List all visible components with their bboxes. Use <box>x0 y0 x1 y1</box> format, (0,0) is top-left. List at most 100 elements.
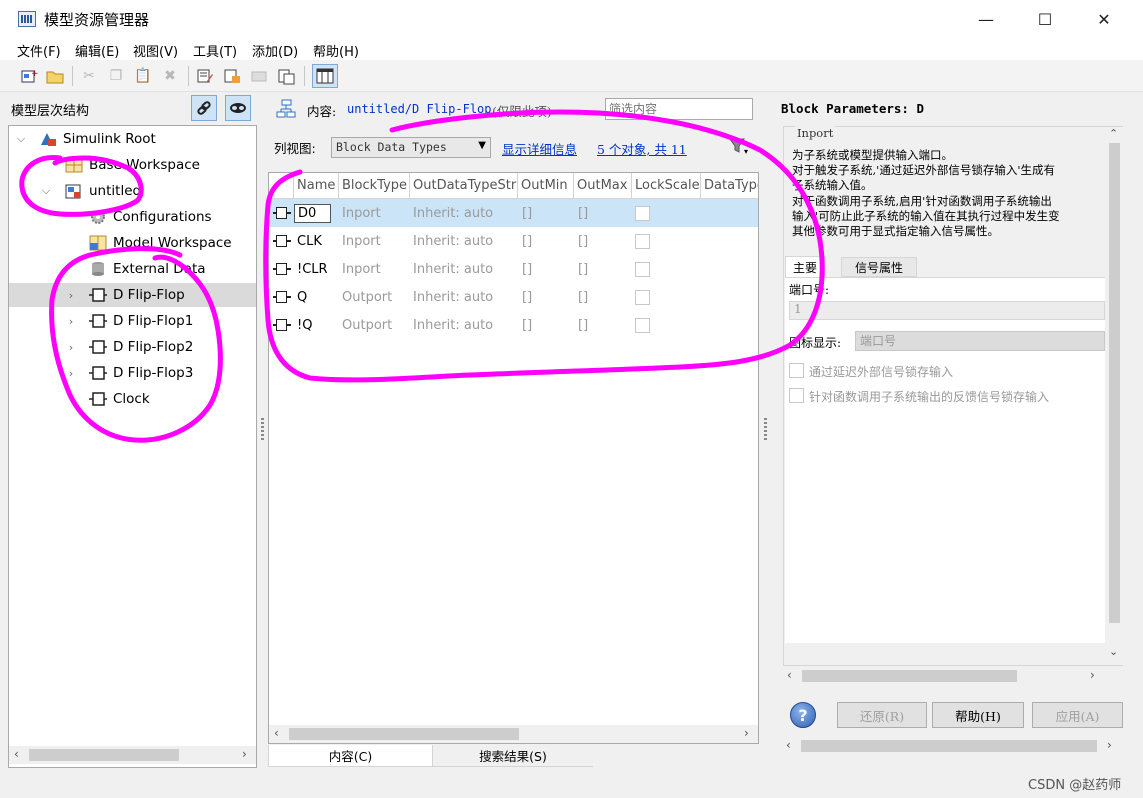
table-cell[interactable]: Outport <box>342 283 392 311</box>
parameters-horizontal-scrollbar[interactable]: ‹ › <box>784 667 1106 685</box>
tree-item-d-flip-flop2[interactable]: › D Flip-Flop2 <box>9 335 256 359</box>
minimize-button[interactable]: — <box>957 0 1015 38</box>
chevron-down-icon[interactable]: ⌵ <box>15 132 27 146</box>
close-button[interactable]: ✕ <box>1075 0 1133 38</box>
tree-item-model-workspace[interactable]: Model Workspace <box>9 231 256 255</box>
menu-add[interactable]: 添加(D) <box>252 41 298 60</box>
chevron-right-icon[interactable]: › <box>65 341 77 354</box>
table-cell[interactable]: [] <box>578 283 588 311</box>
lockscale-checkbox[interactable] <box>635 233 650 249</box>
delete-icon[interactable]: ✖ <box>159 65 181 87</box>
lockscale-checkbox[interactable] <box>635 205 650 221</box>
table-cell[interactable]: [] <box>522 199 532 227</box>
lockscale-checkbox[interactable] <box>635 317 650 333</box>
port-number-field[interactable]: 1 <box>789 301 1105 320</box>
icon-display-dropdown[interactable]: 端口号 <box>855 331 1105 351</box>
table-cell[interactable]: [] <box>522 311 532 339</box>
table-cell-name[interactable]: Q <box>297 283 307 311</box>
table-cell[interactable]: [] <box>578 227 588 255</box>
column-header-blocktype[interactable]: BlockType <box>339 173 410 199</box>
lockscale-checkbox[interactable] <box>635 289 650 305</box>
tab-search-results[interactable]: 搜索结果(S) <box>433 745 593 767</box>
table-cell[interactable]: [] <box>578 255 588 283</box>
filter-input[interactable] <box>605 98 753 120</box>
table-row[interactable]: !CLR Inport Inherit: auto [] [] <box>269 255 758 283</box>
table-cell[interactable]: [] <box>522 255 532 283</box>
revert-button[interactable]: 还原(R) <box>837 702 927 728</box>
table-cell[interactable]: [] <box>578 311 588 339</box>
list-icon[interactable] <box>275 65 297 87</box>
parameters-vertical-scrollbar[interactable]: ⌃ ⌄ <box>1106 127 1123 665</box>
mask-icon[interactable] <box>225 95 251 121</box>
column-header-outmin[interactable]: OutMin <box>518 173 574 199</box>
inactive-icon[interactable] <box>248 65 270 87</box>
tree-item-clock[interactable]: Clock <box>9 387 256 411</box>
paste-icon[interactable]: 📋 <box>132 65 154 87</box>
table-cell[interactable]: Inherit: auto <box>413 199 493 227</box>
copy-icon[interactable]: ❐ <box>105 65 127 87</box>
filter-funnel-icon[interactable]: ▾ <box>728 136 750 160</box>
menu-tools[interactable]: 工具(T) <box>193 41 237 60</box>
view-dropdown[interactable]: Block Data Types ▼ <box>331 137 491 158</box>
tree-item-d-flip-flop[interactable]: › D Flip-Flop <box>9 283 256 307</box>
table-cell[interactable]: Inherit: auto <box>413 255 493 283</box>
latch-delay-checkbox[interactable] <box>789 363 804 378</box>
help-icon[interactable]: ? <box>790 702 816 728</box>
menu-view[interactable]: 视图(V) <box>133 41 178 60</box>
table-cell[interactable]: Inherit: auto <box>413 311 493 339</box>
open-folder-icon[interactable] <box>44 65 66 87</box>
table-cell[interactable]: [] <box>522 227 532 255</box>
splitter-right[interactable] <box>764 418 767 440</box>
tree-horizontal-scrollbar[interactable]: ‹ › <box>9 746 256 764</box>
tab-main[interactable]: 主要 <box>785 256 825 277</box>
column-header-outmax[interactable]: OutMax <box>574 173 632 199</box>
table-cell[interactable]: Inherit: auto <box>413 283 493 311</box>
column-header-name[interactable]: Name <box>294 173 339 199</box>
tab-signal-attributes[interactable]: 信号属性 <box>841 257 917 277</box>
link-icon[interactable] <box>191 95 217 121</box>
show-details-link[interactable]: 显示详细信息 <box>502 139 577 158</box>
table-row[interactable]: Q Outport Inherit: auto [] [] <box>269 283 758 311</box>
table-cell-name-editor[interactable]: D0 <box>294 203 332 223</box>
tab-content[interactable]: 内容(C) <box>268 745 433 767</box>
menu-help[interactable]: 帮助(H) <box>313 41 359 60</box>
apply-button[interactable]: 应用(A) <box>1032 702 1123 728</box>
column-header-outdatatypestr[interactable]: OutDataTypeStr <box>410 173 518 199</box>
table-cell[interactable]: Inport <box>342 227 381 255</box>
tree-item-external-data[interactable]: External Data <box>9 257 256 281</box>
tree-item-simulink-root[interactable]: ⌵ Simulink Root <box>9 127 256 151</box>
chevron-right-icon[interactable]: › <box>65 315 77 328</box>
column-view-icon[interactable] <box>312 64 338 88</box>
maximize-button[interactable]: ☐ <box>1016 0 1074 38</box>
right-panel-horizontal-scrollbar[interactable]: ‹ › <box>783 737 1123 755</box>
splitter-left[interactable] <box>261 418 264 440</box>
menu-file[interactable]: 文件(F) <box>17 41 61 60</box>
tree-item-base-workspace[interactable]: Base Workspace <box>9 153 256 177</box>
data-icon[interactable] <box>221 65 243 87</box>
chevron-right-icon[interactable]: › <box>65 289 77 302</box>
table-cell[interactable]: [] <box>578 199 588 227</box>
lockscale-checkbox[interactable] <box>635 261 650 277</box>
tree-item-d-flip-flop1[interactable]: › D Flip-Flop1 <box>9 309 256 333</box>
column-header-lockscale[interactable]: LockScale <box>632 173 701 199</box>
table-cell[interactable]: Outport <box>342 311 392 339</box>
column-header-datatype[interactable]: DataType <box>701 173 758 199</box>
menu-edit[interactable]: 编辑(E) <box>75 41 119 60</box>
table-row[interactable]: CLK Inport Inherit: auto [] [] <box>269 227 758 255</box>
table-cell[interactable]: [] <box>522 283 532 311</box>
chevron-right-icon[interactable]: › <box>65 367 77 380</box>
latch-feedback-checkbox[interactable] <box>789 388 804 403</box>
table-row[interactable]: !Q Outport Inherit: auto [] [] <box>269 311 758 339</box>
table-cell[interactable]: Inherit: auto <box>413 227 493 255</box>
object-count-link[interactable]: 5 个对象, 共 11 <box>597 139 687 158</box>
chevron-down-icon[interactable]: ⌵ <box>40 184 52 198</box>
tree-item-d-flip-flop3[interactable]: › D Flip-Flop3 <box>9 361 256 385</box>
table-cell[interactable]: Inport <box>342 199 381 227</box>
table-horizontal-scrollbar[interactable]: ‹ › <box>269 725 758 743</box>
new-model-icon[interactable]: + <box>18 65 40 87</box>
cut-icon[interactable]: ✂ <box>78 65 100 87</box>
tree-item-configurations[interactable]: Configurations <box>9 205 256 229</box>
content-path-link[interactable]: untitled/D Flip-Flop <box>347 102 492 116</box>
table-cell[interactable]: Inport <box>342 255 381 283</box>
edit-icon[interactable] <box>194 65 216 87</box>
